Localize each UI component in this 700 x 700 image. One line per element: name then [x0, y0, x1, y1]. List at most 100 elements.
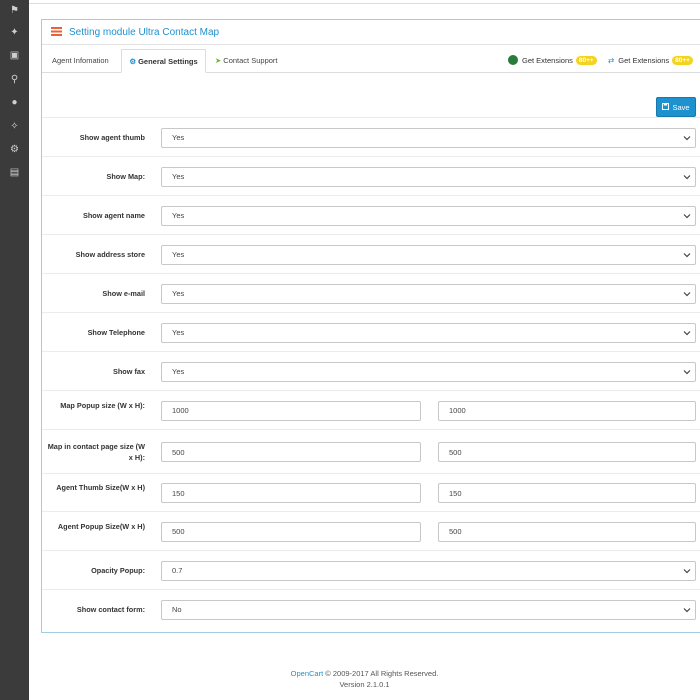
link-icon: ⇄ — [608, 55, 615, 65]
width-input[interactable]: 500 — [161, 521, 421, 542]
form-row: Show agent name Yes — [42, 195, 700, 235]
height-input[interactable]: 1000 — [438, 400, 696, 421]
select-field[interactable]: Yes — [161, 205, 696, 226]
globe-icon — [508, 55, 518, 65]
tab-contact-support[interactable]: ➤ Contact Support — [215, 49, 285, 71]
save-button[interactable]: Save — [656, 97, 696, 117]
list-icon — [51, 26, 62, 38]
form-row: Agent Thumb Size(W x H) 150 150 — [42, 473, 700, 512]
form-row: Show Map: Yes — [42, 156, 700, 196]
gear-icon: ⚙ — [129, 56, 137, 66]
select-value: Yes — [172, 367, 185, 376]
puzzle-icon[interactable]: ✦ — [0, 22, 29, 42]
input-value: 1000 — [449, 406, 466, 415]
panel-title: Setting module Ultra Contact Map — [69, 26, 220, 38]
paper-plane-icon: ➤ — [215, 55, 222, 65]
tab-label: General Settings — [138, 56, 198, 66]
chevron-down-icon — [683, 291, 691, 296]
footer: OpenCart © 2009-2017 All Rights Reserved… — [29, 668, 700, 690]
form-row: Agent Popup Size(W x H) 500 500 — [42, 511, 700, 551]
extension-label: Get Extensions — [522, 55, 573, 65]
field-label: Show Map: — [106, 171, 145, 181]
chevron-down-icon — [683, 174, 691, 179]
field-label: Show fax — [112, 366, 145, 376]
left-sidebar: ⚑ ✦ ▣ ⚲ ● ✧ ⚙ ▤ — [0, 0, 29, 700]
height-input[interactable]: 500 — [438, 442, 696, 462]
save-label: Save — [672, 102, 690, 112]
form-row: Opacity Popup: 0.7 — [42, 550, 700, 590]
form-row: Show e-mail Yes — [42, 273, 700, 313]
width-input[interactable]: 150 — [161, 483, 421, 503]
input-value: 150 — [449, 488, 462, 498]
field-label: Map in contact page size (W x H): — [47, 442, 145, 462]
field-label: Opacity Popup: — [91, 565, 145, 575]
form-row: Map in contact page size (W x H): 500 500 — [42, 429, 700, 474]
input-value: 500 — [449, 447, 462, 457]
select-field[interactable]: Yes — [161, 244, 696, 265]
select-field[interactable]: Yes — [161, 127, 696, 148]
chevron-down-icon — [683, 213, 691, 218]
floppy-disk-icon — [662, 102, 670, 112]
chevron-down-icon — [683, 568, 691, 573]
tab-agent-information[interactable]: Agent Infomation — [52, 49, 122, 71]
select-field[interactable]: No — [161, 599, 696, 620]
input-value: 150 — [172, 488, 185, 498]
select-field[interactable]: 0.7 — [161, 560, 696, 581]
desktop-icon[interactable]: ▣ — [0, 45, 29, 65]
input-value: 500 — [449, 527, 462, 536]
get-extensions-link-2[interactable]: ⇄ Get Extensions 80++ — [608, 53, 693, 67]
extension-label: Get Extensions — [618, 55, 670, 65]
chevron-down-icon — [683, 135, 691, 140]
select-field[interactable]: Yes — [161, 283, 696, 304]
select-value: Yes — [172, 328, 185, 337]
top-bar — [29, 0, 700, 4]
select-field[interactable]: Yes — [161, 361, 696, 382]
form-row: Show address store Yes — [42, 234, 700, 274]
width-input[interactable]: 1000 — [161, 400, 421, 421]
extension-badge: 80++ — [575, 55, 597, 65]
bar-chart-icon[interactable]: ▤ — [0, 162, 29, 182]
share-icon[interactable]: ✧ — [0, 116, 29, 136]
input-value: 500 — [172, 527, 185, 536]
field-label: Show agent thumb — [79, 132, 145, 142]
chevron-down-icon — [683, 252, 691, 257]
form-row: Show fax Yes — [42, 351, 700, 391]
select-value: Yes — [172, 250, 185, 259]
chevron-down-icon — [683, 330, 691, 335]
field-label: Show agent name — [82, 210, 145, 220]
form-row: Map Popup size (W x H): 1000 1000 — [42, 390, 700, 430]
tab-general-settings[interactable]: ⚙ General Settings — [121, 49, 206, 73]
height-input[interactable]: 150 — [438, 483, 696, 503]
width-input[interactable]: 500 — [161, 442, 421, 462]
form-row: Show Telephone Yes — [42, 312, 700, 352]
field-label: Show e-mail — [102, 288, 145, 298]
chevron-down-icon — [683, 369, 691, 374]
select-field[interactable]: Yes — [161, 166, 696, 187]
field-label: Agent Thumb Size(W x H) — [56, 483, 145, 492]
chevron-down-icon — [683, 607, 691, 612]
tags-icon[interactable]: ⚑ — [0, 0, 29, 20]
field-label: Map Popup size (W x H): — [60, 400, 145, 410]
field-label: Show contact form: — [76, 604, 145, 614]
opencart-link[interactable]: OpenCart — [291, 669, 324, 678]
cog-icon[interactable]: ⚙ — [0, 139, 29, 159]
extension-badge: 80++ — [672, 55, 693, 65]
select-value: Yes — [172, 133, 185, 142]
input-value: 1000 — [172, 406, 189, 415]
select-value: No — [172, 605, 182, 614]
tab-bar: Agent Infomation ⚙ General Settings ➤ Co… — [42, 49, 700, 73]
input-value: 500 — [172, 447, 185, 457]
tab-label: Agent Infomation — [52, 55, 109, 65]
select-value: 0.7 — [172, 566, 183, 575]
select-value: Yes — [172, 211, 185, 220]
user-icon[interactable]: ● — [0, 92, 29, 112]
panel-heading: Setting module Ultra Contact Map — [42, 20, 700, 45]
cart-icon[interactable]: ⚲ — [0, 69, 29, 89]
height-input[interactable]: 500 — [438, 521, 696, 542]
field-label: Show Telephone — [87, 327, 145, 337]
select-field[interactable]: Yes — [161, 322, 696, 343]
get-extensions-link-1[interactable]: Get Extensions 80++ — [508, 53, 597, 67]
field-label: Show address store — [75, 249, 145, 259]
form-row: Show agent thumb Yes — [42, 117, 700, 157]
version-text: Version 2.1.0.1 — [339, 680, 390, 689]
